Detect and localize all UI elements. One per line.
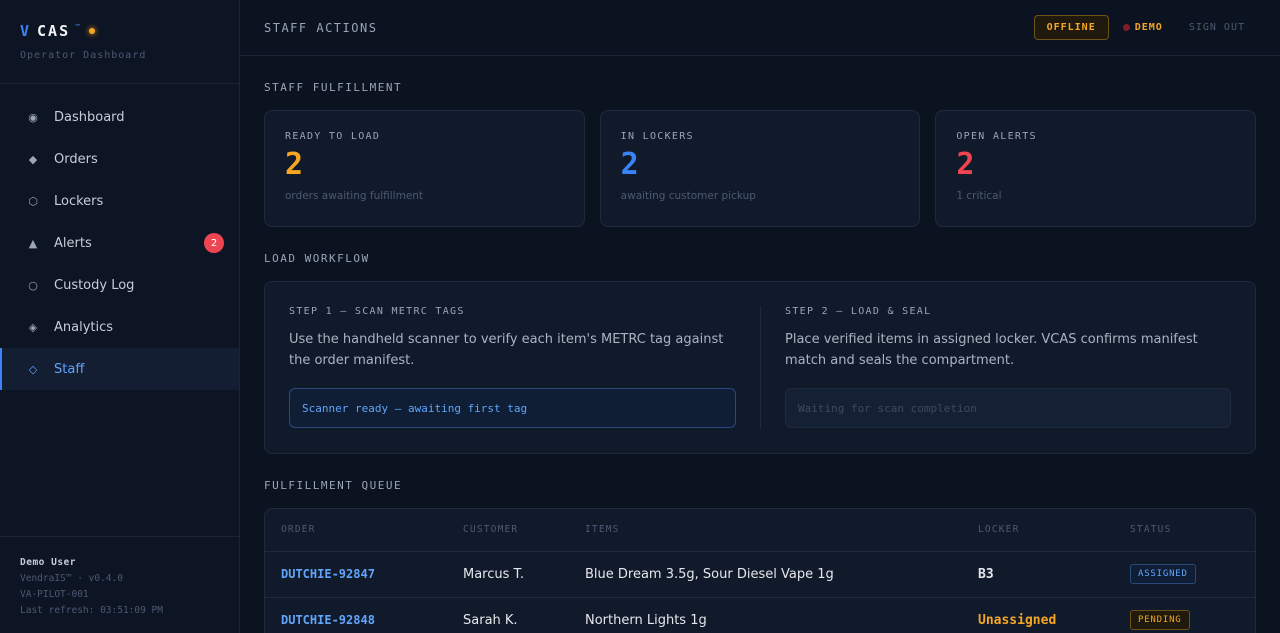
customer-cell: Sarah K. bbox=[447, 597, 569, 633]
fulfillment-queue-table: ORDER CUSTOMER ITEMS LOCKER STATUS DUTCH… bbox=[264, 508, 1256, 633]
stat-value: 2 bbox=[285, 147, 304, 182]
section-title-queue: FULFILLMENT QUEUE bbox=[264, 479, 403, 492]
locker-cell: B3 bbox=[978, 566, 994, 582]
sidebar-item-label: Dashboard bbox=[54, 109, 125, 125]
brand-trademark: ™ bbox=[74, 23, 82, 31]
stat-card-open-alerts[interactable]: OPEN ALERTS 2 1 critical bbox=[935, 110, 1257, 227]
page-title: STAFF ACTIONS bbox=[264, 20, 378, 35]
status-badge: PENDING bbox=[1130, 610, 1190, 630]
demo-label: DEMO bbox=[1134, 22, 1163, 33]
offline-status-badge[interactable]: OFFLINE bbox=[1033, 15, 1109, 40]
stat-label: OPEN ALERTS bbox=[956, 131, 1037, 142]
header-actions: OFFLINE DEMO SIGN OUT bbox=[1033, 15, 1256, 40]
hexagon-icon: ⬡ bbox=[28, 194, 38, 208]
app-version: VendraIS™ · v0.4.0 bbox=[20, 573, 123, 584]
sidebar-item-label: Alerts bbox=[54, 235, 92, 251]
items-cell: Northern Lights 1g bbox=[569, 597, 962, 633]
scanner-status-field[interactable]: Scanner ready — awaiting first tag bbox=[289, 388, 736, 428]
sidebar-item-label: Analytics bbox=[54, 319, 114, 335]
user-name: Demo User bbox=[20, 557, 76, 568]
status-badge: ASSIGNED bbox=[1130, 564, 1196, 584]
load-workflow-panel: STEP 1 — SCAN METRC TAGS Use the handhel… bbox=[264, 281, 1256, 454]
sidebar-item-custody-log[interactable]: ○ Custody Log bbox=[0, 264, 239, 306]
stat-label: IN LOCKERS bbox=[620, 131, 694, 142]
sidebar-item-alerts[interactable]: ▲ Alerts 2 bbox=[0, 222, 239, 264]
stat-subtext: orders awaiting fulfillment bbox=[285, 190, 424, 202]
diamond-dot-icon: ◈ bbox=[28, 320, 38, 334]
stat-value: 2 bbox=[620, 147, 639, 182]
sidebar-item-staff[interactable]: ◇ Staff bbox=[0, 348, 239, 390]
sign-out-button[interactable]: SIGN OUT bbox=[1189, 22, 1245, 33]
triangle-warning-icon: ▲ bbox=[28, 236, 38, 250]
section-title-fulfillment: STAFF FULFILLMENT bbox=[264, 81, 403, 94]
column-header-status[interactable]: STATUS bbox=[1114, 509, 1255, 552]
step-label: STEP 2 — LOAD & SEAL bbox=[785, 306, 932, 317]
brand-v: V bbox=[20, 22, 32, 40]
stat-label: READY TO LOAD bbox=[285, 131, 381, 142]
brand-subtitle: Operator Dashboard bbox=[20, 50, 147, 61]
demo-dot-icon bbox=[1122, 24, 1130, 31]
stat-subtext: awaiting customer pickup bbox=[620, 190, 756, 202]
radio-dot-icon: ◉ bbox=[28, 110, 38, 124]
locker-cell: Unassigned bbox=[978, 612, 1057, 628]
stat-value: 2 bbox=[956, 147, 975, 182]
step-label: STEP 1 — SCAN METRC TAGS bbox=[289, 306, 465, 317]
sidebar-item-lockers[interactable]: ⬡ Lockers bbox=[0, 180, 239, 222]
sidebar-item-label: Lockers bbox=[54, 193, 104, 209]
table-row[interactable]: DUTCHIE-92847 Marcus T. Blue Dream 3.5g,… bbox=[265, 551, 1255, 598]
sidebar-item-label: Orders bbox=[54, 151, 98, 167]
order-id-link[interactable]: DUTCHIE-92848 bbox=[281, 613, 375, 627]
column-header-items[interactable]: ITEMS bbox=[569, 509, 962, 552]
sidebar: V CAS ™ Operator Dashboard ◉ Dashboard ◆… bbox=[0, 0, 240, 633]
workflow-step-load-seal: STEP 2 — LOAD & SEAL Place verified item… bbox=[760, 306, 1255, 429]
column-header-order[interactable]: ORDER bbox=[265, 509, 447, 552]
top-header: STAFF ACTIONS OFFLINE DEMO SIGN OUT bbox=[240, 0, 1280, 56]
sidebar-footer: Demo User VendraIS™ · v0.4.0 VA-PILOT-00… bbox=[0, 536, 239, 633]
status-dot-icon bbox=[89, 28, 96, 34]
stat-card-in-lockers[interactable]: IN LOCKERS 2 awaiting customer pickup bbox=[599, 110, 921, 227]
sidebar-nav: ◉ Dashboard ◆ Orders ⬡ Lockers ▲ Alerts … bbox=[0, 96, 239, 390]
sidebar-item-dashboard[interactable]: ◉ Dashboard bbox=[0, 96, 239, 138]
brand-name: CAS bbox=[37, 22, 71, 40]
order-id-link[interactable]: DUTCHIE-92847 bbox=[281, 567, 375, 581]
brand: V CAS ™ Operator Dashboard bbox=[0, 0, 239, 84]
stat-card-ready-to-load[interactable]: READY TO LOAD 2 orders awaiting fulfillm… bbox=[264, 110, 585, 227]
last-refresh: Last refresh: 03:51:09 PM bbox=[20, 605, 163, 616]
step-description: Place verified items in assigned locker.… bbox=[785, 332, 1198, 368]
workflow-step-scan: STEP 1 — SCAN METRC TAGS Use the handhel… bbox=[265, 282, 760, 453]
stat-cards: READY TO LOAD 2 orders awaiting fulfillm… bbox=[264, 110, 1257, 227]
step-description: Use the handheld scanner to verify each … bbox=[289, 332, 724, 368]
sidebar-item-label: Staff bbox=[54, 361, 85, 377]
table-row[interactable]: DUTCHIE-92848 Sarah K. Northern Lights 1… bbox=[265, 597, 1255, 633]
pilot-id: VA-PILOT-001 bbox=[20, 589, 89, 600]
circle-outline-icon: ○ bbox=[28, 278, 38, 292]
items-cell: Blue Dream 3.5g, Sour Diesel Vape 1g bbox=[569, 551, 962, 598]
diamond-outline-icon: ◇ bbox=[28, 362, 38, 376]
section-title-workflow: LOAD WORKFLOW bbox=[264, 252, 370, 265]
sidebar-item-orders[interactable]: ◆ Orders bbox=[0, 138, 239, 180]
stat-subtext: 1 critical bbox=[956, 190, 1002, 202]
seal-status-field: Waiting for scan completion bbox=[785, 388, 1231, 428]
customer-cell: Marcus T. bbox=[447, 551, 569, 598]
diamond-filled-icon: ◆ bbox=[28, 152, 38, 166]
column-header-customer[interactable]: CUSTOMER bbox=[447, 509, 569, 552]
alerts-count-badge: 2 bbox=[204, 233, 224, 253]
brand-logo[interactable]: V CAS ™ bbox=[20, 22, 219, 40]
sidebar-item-label: Custody Log bbox=[54, 277, 135, 293]
table-header-row: ORDER CUSTOMER ITEMS LOCKER STATUS bbox=[265, 509, 1255, 552]
column-header-locker[interactable]: LOCKER bbox=[962, 509, 1114, 552]
sidebar-item-analytics[interactable]: ◈ Analytics bbox=[0, 306, 239, 348]
demo-indicator: DEMO bbox=[1122, 22, 1163, 33]
